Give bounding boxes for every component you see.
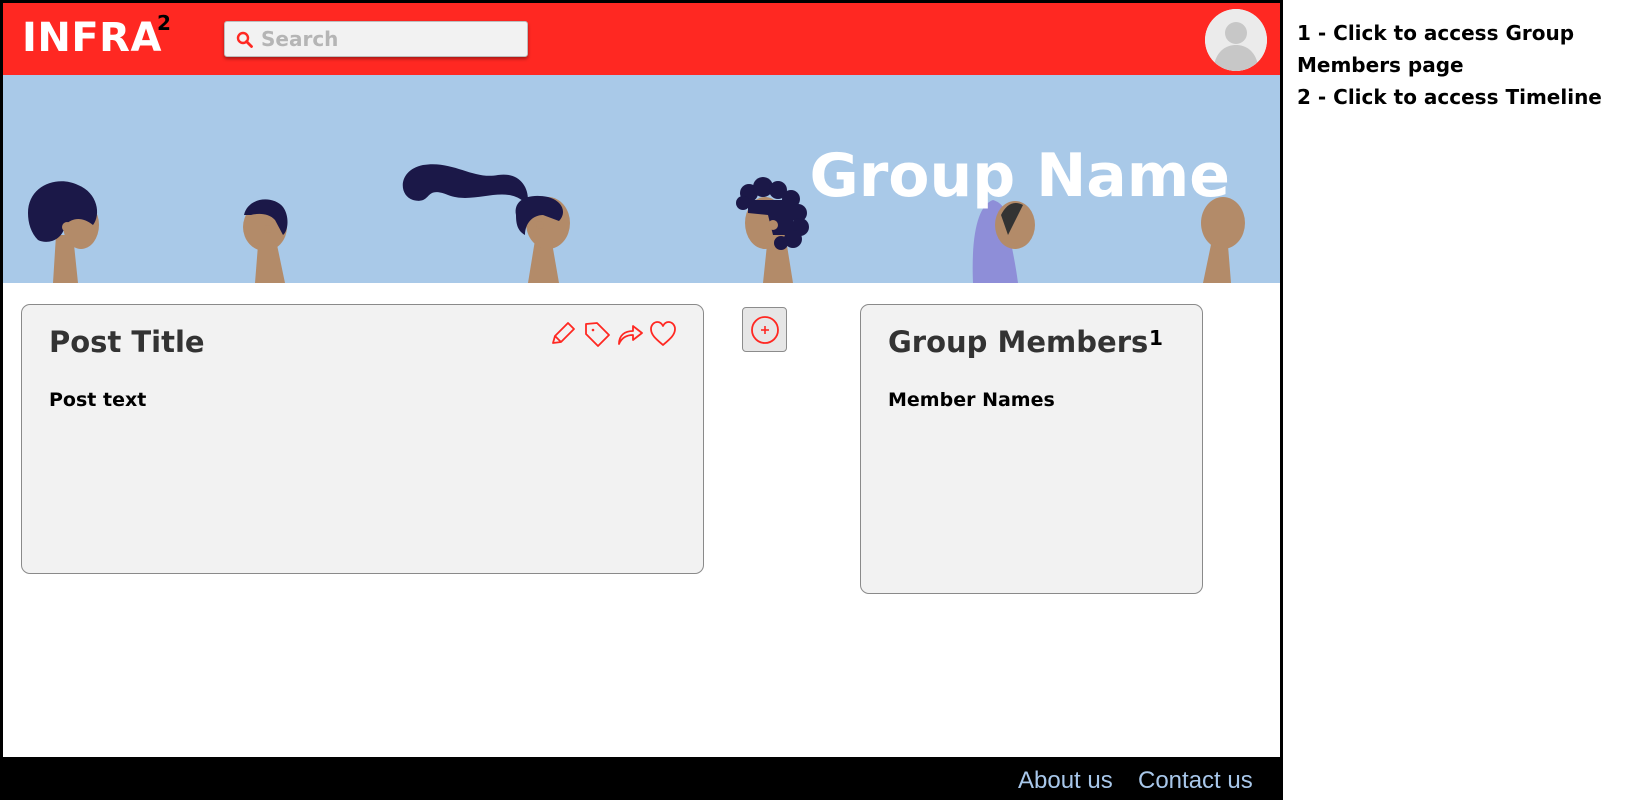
post-actions <box>548 319 678 351</box>
annotation-marker-2: 2 <box>157 11 171 35</box>
logo-timeline-link[interactable]: INFRA <box>22 15 162 61</box>
group-members-title[interactable]: Group Members <box>888 325 1148 359</box>
member-names: Member Names <box>888 389 1055 411</box>
user-avatar[interactable] <box>1205 9 1267 71</box>
annotation-notes: 1 - Click to access Group Members page 2… <box>1297 17 1617 113</box>
annotation-note-1: 1 - Click to access Group Members page <box>1297 21 1575 77</box>
tag-icon[interactable] <box>582 319 612 349</box>
person-illustration-1 <box>28 181 99 283</box>
group-name-title: Group Name <box>809 141 1230 211</box>
person-illustration-2 <box>243 199 288 283</box>
post-card: Post Title Post text <box>21 304 704 574</box>
post-text: Post text <box>49 389 147 411</box>
share-icon[interactable] <box>615 319 645 349</box>
annotation-note-2: 2 - Click to access Timeline <box>1297 85 1602 109</box>
avatar-icon <box>1205 9 1267 71</box>
pencil-icon[interactable] <box>548 319 578 349</box>
top-header: INFRA 2 <box>3 3 1280 75</box>
plus-circle-icon <box>751 316 779 344</box>
add-post-button[interactable] <box>742 307 787 352</box>
annotation-marker-1: 1 <box>1149 326 1163 350</box>
search-icon <box>236 31 253 48</box>
app-frame: INFRA 2 Search Group Name Post Title Pos… <box>0 0 1283 800</box>
post-title: Post Title <box>49 325 205 359</box>
group-banner: Group Name <box>3 75 1280 283</box>
heart-icon[interactable] <box>648 319 678 349</box>
footer: About us Contact us <box>3 757 1280 800</box>
about-us-link[interactable]: About us <box>1018 767 1113 795</box>
person-illustration-4 <box>736 177 809 283</box>
contact-us-link[interactable]: Contact us <box>1138 767 1253 795</box>
person-illustration-5 <box>972 200 1035 283</box>
person-illustration-3 <box>402 164 570 283</box>
search-input[interactable] <box>261 22 521 56</box>
search-bar[interactable] <box>224 21 528 57</box>
